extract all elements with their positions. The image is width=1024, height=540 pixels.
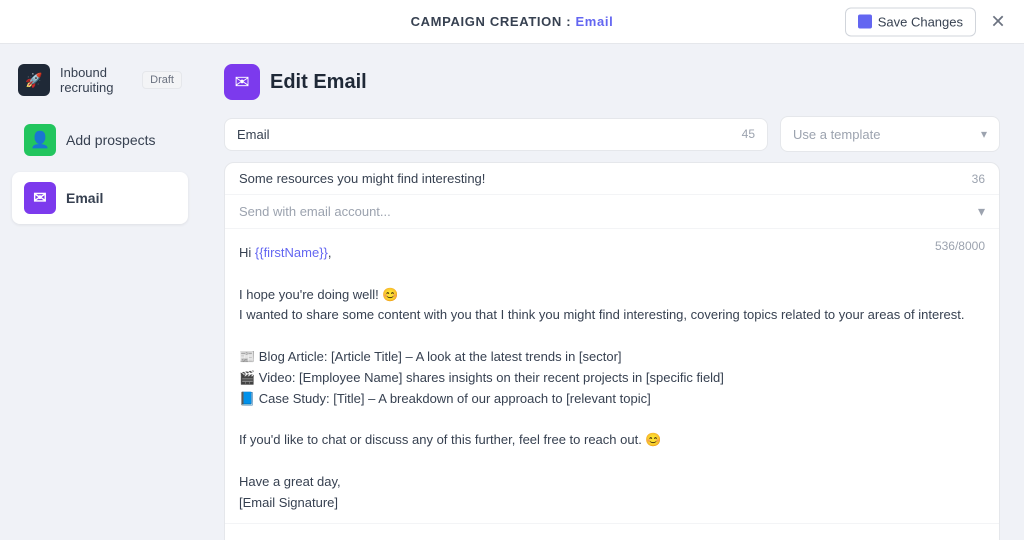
editor-card: Some resources you might find interestin… xyxy=(224,162,1000,540)
edit-email-title: Edit Email xyxy=(270,71,367,94)
editor-subject-char-count: 36 xyxy=(972,172,985,186)
align-right-button[interactable] xyxy=(409,532,439,540)
sidebar-brand[interactable]: 🚀 Inbound recruiting Draft xyxy=(12,56,188,104)
add-prospects-icon: 👤 xyxy=(24,124,56,156)
align-center-button[interactable] xyxy=(377,532,407,540)
align-left-button[interactable] xyxy=(345,532,375,540)
editor-send-row[interactable]: Send with email account... ▾ xyxy=(225,195,999,229)
sidebar-item-email[interactable]: ✉ Email xyxy=(12,172,188,224)
template-select[interactable]: Use a template xyxy=(780,116,1000,152)
draft-badge: Draft xyxy=(142,71,182,89)
text-format-group: B I U xyxy=(239,532,333,540)
edit-email-header: ✉ Edit Email xyxy=(224,64,1000,100)
email-field-label: Email xyxy=(237,127,270,142)
top-bar-actions: Save Changes ✕ xyxy=(845,7,1012,36)
campaign-title: CAMPAIGN CREATION : Email xyxy=(411,13,614,31)
bold-button[interactable]: B xyxy=(239,532,269,540)
top-bar: CAMPAIGN CREATION : Email Save Changes ✕ xyxy=(0,0,1024,44)
close-button[interactable]: ✕ xyxy=(984,8,1012,36)
editor-toolbar: B I U xyxy=(225,523,999,540)
sidebar-item-add-prospects[interactable]: 👤 Add prospects xyxy=(12,114,188,166)
align-group xyxy=(345,532,439,540)
email-field-wrapper: Email 45 xyxy=(224,118,768,151)
list-group xyxy=(451,532,481,540)
send-with-account-text: Send with email account... xyxy=(239,204,391,219)
email-char-count: 45 xyxy=(742,127,755,141)
underline-button[interactable]: U xyxy=(303,532,333,540)
list-button[interactable] xyxy=(451,532,481,540)
brand-icon: 🚀 xyxy=(18,64,50,96)
save-icon xyxy=(858,15,872,29)
editor-subject-row: Some resources you might find interestin… xyxy=(225,163,999,195)
email-body-content: Hi {{firstName}}, I hope you're doing we… xyxy=(239,243,985,513)
main-content: ✉ Edit Email Email 45 Use a template Som… xyxy=(200,44,1024,540)
italic-button[interactable]: I xyxy=(271,532,301,540)
editor-body[interactable]: 536/8000 Hi {{firstName}}, I hope you're… xyxy=(225,229,999,523)
chevron-down-icon xyxy=(981,125,987,143)
firstname-variable: {{firstName}} xyxy=(255,245,328,260)
send-row-chevron-icon: ▾ xyxy=(978,203,985,220)
editor-subject-text: Some resources you might find interestin… xyxy=(239,171,485,186)
template-placeholder: Use a template xyxy=(793,127,880,142)
body-char-count: 536/8000 xyxy=(935,239,985,253)
form-row-email: Email 45 Use a template xyxy=(224,116,1000,152)
sidebar: 🚀 Inbound recruiting Draft 👤 Add prospec… xyxy=(0,44,200,540)
email-sidebar-icon: ✉ xyxy=(24,182,56,214)
edit-email-icon: ✉ xyxy=(224,64,260,100)
save-changes-button[interactable]: Save Changes xyxy=(845,7,976,36)
